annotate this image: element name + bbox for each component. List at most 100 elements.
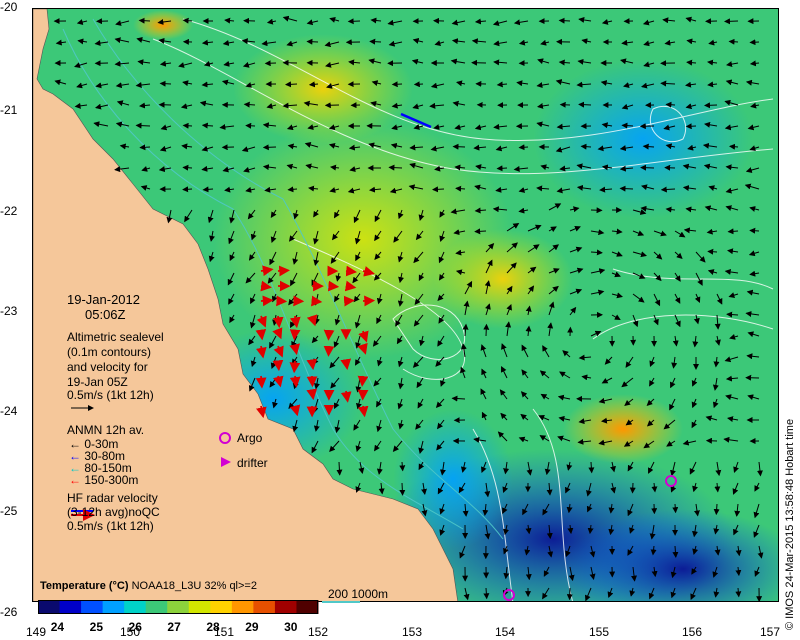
- argo-label: Argo: [237, 431, 263, 445]
- colorbar-tick-label: 25: [89, 620, 103, 634]
- anmn-title: ANMN 12h av.: [67, 423, 145, 437]
- velocity-arrow: [685, 123, 697, 130]
- isobath-legend-line: [322, 601, 360, 603]
- colorbar-tick-label: 28: [206, 620, 220, 634]
- hf-radar-arrow: [272, 359, 284, 372]
- colorbar-title-main: Temperature (°C): [40, 580, 129, 592]
- colorbar-tick-label: 29: [245, 620, 259, 634]
- hf-radar-arrow: [255, 375, 267, 389]
- velocity-arrow: [262, 144, 277, 151]
- velocity-arrow: [245, 122, 256, 129]
- velocity-arrow: [138, 17, 151, 24]
- velocity-arrow: [306, 38, 319, 45]
- hf-radar-line: (3-12h avg)noQC: [67, 505, 160, 519]
- colorbar-segment: [102, 600, 125, 614]
- velocity-arrow: [704, 102, 718, 109]
- colorbar-title: Temperature (°C) NOAA18_L3U 32% ql>=2: [40, 580, 257, 592]
- hf-radar-arrow: [340, 358, 352, 370]
- velocity-arrow: [391, 81, 403, 88]
- drifter-label: drifter: [237, 456, 268, 470]
- hf-radar-arrow: [272, 315, 284, 329]
- velocity-arrow: [135, 122, 151, 129]
- velocity-arrow: [369, 38, 382, 45]
- colorbar-segment: [59, 600, 82, 614]
- velocity-arrow: [285, 81, 298, 88]
- date-label: 19-Jan-2012: [67, 292, 140, 307]
- colorbar-segment: [81, 600, 104, 614]
- velocity-arrow: [413, 81, 424, 88]
- velocity-arrow: [451, 395, 466, 402]
- velocity-arrow: [724, 18, 739, 25]
- hf-radar-line: 0.5m/s (1kt 12h): [67, 519, 154, 533]
- velocity-arrow: [388, 164, 403, 171]
- velocity-arrow: [243, 101, 256, 108]
- altimetry-line: (0.1m contours): [67, 345, 152, 359]
- credit-text: © IMOS 24-Mar-2015 13:58:48 Hobart time: [784, 418, 796, 630]
- velocity-arrow: [621, 122, 634, 129]
- velocity-arrow: [432, 186, 445, 193]
- velocity-arrow: [707, 248, 718, 255]
- colorbar-title-rest: NOAA18_L3U 32% ql>=2: [128, 580, 257, 592]
- velocity-arrow: [727, 228, 739, 235]
- hf-radar-arrow: [327, 280, 340, 292]
- velocity-arrow: [660, 80, 676, 87]
- velocity-arrow: [518, 144, 529, 151]
- velocity-arrow: [336, 461, 343, 476]
- hf-radar-arrow: [311, 295, 323, 307]
- velocity-arrow: [496, 165, 508, 172]
- velocity-arrow: [347, 18, 361, 25]
- anmn-legend-item: ← 150-300m: [69, 473, 139, 487]
- hf-radar-arrow: [343, 295, 355, 307]
- lon-tick-label: 156: [681, 625, 703, 639]
- altimetry-line: and velocity for: [67, 360, 148, 374]
- hf-radar-arrow: [306, 375, 318, 388]
- velocity-arrow: [159, 80, 172, 87]
- velocity-arrow: [399, 461, 406, 472]
- colorbar-segment: [231, 600, 254, 614]
- colorbar-segment: [210, 600, 233, 614]
- velocity-arrow: [474, 228, 487, 235]
- velocity-arrow: [713, 503, 720, 516]
- hf-radar-arrow: [357, 375, 369, 387]
- lat-tick-label: -21: [0, 103, 18, 117]
- hf-radar-arrow: [289, 360, 301, 374]
- hf-radar-arrow: [345, 265, 357, 277]
- colorbar-tick-label: 30: [284, 620, 298, 634]
- lat-tick-label: -25: [0, 504, 18, 518]
- colorbar-segment: [296, 600, 319, 614]
- velocity-arrow: [558, 17, 571, 24]
- isobath-legend: 200 1000m: [328, 587, 389, 601]
- velocity-arrow: [665, 101, 676, 108]
- velocity-arrow: [749, 227, 760, 234]
- colorbar-segment: [188, 600, 211, 614]
- colorbar-tick-label: 26: [128, 620, 142, 634]
- hf-radar-arrow: [323, 345, 335, 357]
- lat-tick-label: -20: [0, 0, 18, 14]
- lon-tick-label: 153: [401, 625, 423, 639]
- hf-radar-arrow: [306, 358, 318, 371]
- lat-tick-label: -26: [0, 605, 18, 619]
- velocity-arrow: [182, 164, 193, 171]
- colorbar-tick-label: 27: [167, 620, 181, 634]
- velocity-arrow: [729, 143, 739, 150]
- warm-sst-patch: [233, 34, 413, 144]
- colorbar-segment: [38, 600, 61, 614]
- hf-radar-arrow: [260, 295, 274, 307]
- colorbar: [38, 600, 319, 614]
- lat-tick-label: -24: [0, 404, 18, 418]
- colorbar-tick-label: 24: [50, 620, 65, 634]
- velocity-arrow: [139, 144, 151, 151]
- hf-radar-arrow: [306, 388, 318, 401]
- velocity-arrow: [483, 323, 490, 337]
- colorbar-segment: [167, 600, 190, 614]
- sst-map: 19-Jan-2012 05:06Z Altimetric sealevel (…: [32, 8, 779, 602]
- hf-radar-arrow: [323, 329, 335, 341]
- warm-sst-patch: [133, 10, 193, 40]
- colorbar-segment: [274, 600, 297, 614]
- velocity-arrow: [399, 482, 406, 496]
- altimetry-line: 0.5m/s (1kt 12h): [67, 388, 154, 402]
- velocity-arrow: [483, 587, 490, 600]
- hf-radar-arrow: [255, 328, 267, 341]
- lon-tick-label: 154: [494, 625, 516, 639]
- velocity-arrow: [749, 39, 760, 46]
